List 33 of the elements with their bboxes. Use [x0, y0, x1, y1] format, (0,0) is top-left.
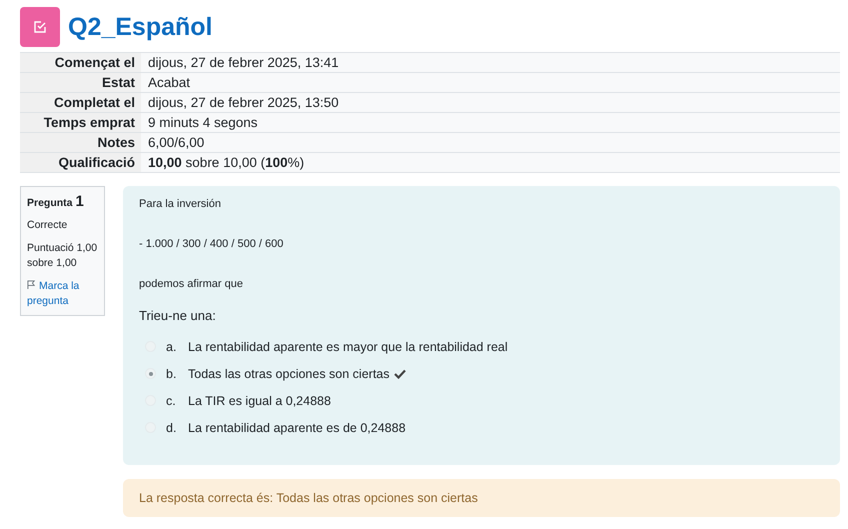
- option-letter: c.: [166, 394, 177, 408]
- question-text: - 1.000 / 300 / 400 / 500 / 600: [139, 238, 284, 250]
- radio-button[interactable]: [145, 368, 156, 379]
- option-text: La rentabilidad aparente es mayor que la rentabilidad real: [188, 340, 508, 354]
- question-text: Para la inversión: [139, 198, 222, 210]
- option-text: Todas las otras opciones son ciertas: [188, 366, 390, 380]
- summary-label: Completat el: [20, 93, 141, 113]
- summary-value: Acabat: [141, 73, 840, 93]
- summary-value: 10,00 sobre 10,00 (100%): [141, 153, 840, 173]
- option-letter: b.: [166, 366, 178, 380]
- question-number: Pregunta 1: [27, 193, 85, 210]
- question-text: podemos afirmar que: [139, 278, 244, 290]
- option-letter: d.: [166, 420, 178, 434]
- summary-label: Qualificació: [20, 153, 141, 173]
- flag-icon: [27, 280, 36, 289]
- summary-label: Estat: [20, 73, 141, 93]
- answer-prompt: Trieu-ne una:: [139, 308, 217, 323]
- summary-value: 6,00/6,00: [141, 133, 840, 153]
- summary-label: Començat el: [20, 53, 141, 73]
- quiz-title: Q2_Español: [68, 12, 212, 42]
- option-text: La rentabilidad aparente es de 0,24888: [188, 420, 406, 434]
- summary-label: Notes: [20, 133, 141, 153]
- correct-answer-feedback: La resposta correcta és: Todas las otras opciones son ciertas: [123, 479, 840, 517]
- summary-value: dijous, 27 de febrer 2025, 13:50: [141, 93, 840, 113]
- quiz-icon: [20, 7, 60, 47]
- question-grade: Puntuació 1,00 sobre 1,00: [27, 241, 98, 271]
- summary-label: Temps emprat: [20, 113, 141, 133]
- summary-value: 9 minuts 4 segons: [141, 113, 840, 133]
- option-text: La TIR es igual a 0,24888: [188, 394, 331, 408]
- summary-value: dijous, 27 de febrer 2025, 13:41: [141, 53, 840, 73]
- flag-question-link[interactable]: Marca la pregunta: [27, 279, 98, 309]
- question-state: Correcte: [27, 218, 68, 233]
- option-letter: a.: [166, 340, 178, 354]
